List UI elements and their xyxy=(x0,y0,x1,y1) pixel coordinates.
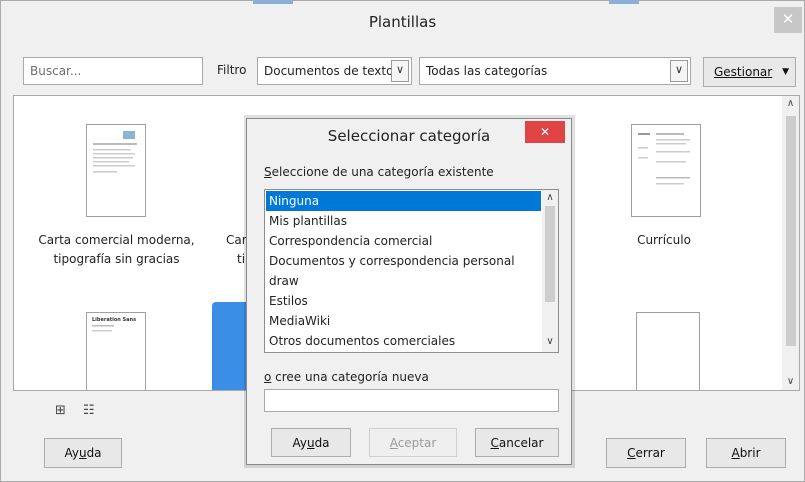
open-button[interactable]: Abrir xyxy=(706,438,786,468)
template-thumbnail[interactable] xyxy=(631,124,701,217)
dialog-help-button[interactable]: Ayuda xyxy=(271,428,351,457)
list-view-icon[interactable]: ☷ xyxy=(83,403,95,418)
filter-label: Filtro xyxy=(217,63,247,77)
category-dropdown[interactable]: Todas las categorías ∨ xyxy=(419,57,691,85)
dialog-title: Seleccionar categoría xyxy=(327,127,491,145)
category-listbox[interactable]: Ninguna Mis plantillas Correspondencia com… xyxy=(264,189,559,353)
manage-label: Gestionar xyxy=(714,65,773,79)
category-list-item[interactable]: Ninguna xyxy=(266,191,541,211)
thumbnail-view-icon[interactable]: ⊞ xyxy=(55,403,66,418)
template-preview-icon xyxy=(638,133,690,185)
dialog-accept-button[interactable]: Aceptar xyxy=(369,428,457,457)
select-category-dialog: Seleccionar categoría ✕ Seleccione de un… xyxy=(246,118,572,465)
title-bar: Plantillas ✕ xyxy=(1,1,804,45)
dialog-cancel-button[interactable]: Cancelar xyxy=(475,428,559,457)
category-list-item[interactable]: Otros documentos comerciales xyxy=(266,331,541,351)
category-scrollbar[interactable]: ∧ ∨ xyxy=(542,190,558,352)
category-list-item[interactable]: Estilos xyxy=(266,291,541,311)
new-category-label: o cree una categoría nueva xyxy=(264,370,429,384)
dialog-close-button[interactable]: ✕ xyxy=(525,121,565,143)
scroll-down-icon[interactable]: ∨ xyxy=(782,376,799,387)
title-accent-left xyxy=(253,1,293,4)
template-preview-icon xyxy=(93,131,137,173)
list-scroll-up-icon[interactable]: ∧ xyxy=(542,192,558,203)
scroll-up-icon[interactable]: ∧ xyxy=(782,98,799,109)
new-category-input[interactable] xyxy=(264,389,559,412)
category-list-item[interactable]: Correspondencia comercial xyxy=(266,231,541,251)
window-close-button[interactable]: ✕ xyxy=(774,7,802,33)
title-accent-right xyxy=(609,1,639,4)
scroll-thumb[interactable] xyxy=(786,116,796,346)
template-preview-icon xyxy=(92,325,114,332)
search-input[interactable]: Buscar... xyxy=(23,57,203,85)
close-button[interactable]: Cerrar xyxy=(606,438,686,468)
filter-dropdown[interactable]: Documentos de texto ∨ xyxy=(257,57,412,85)
list-scroll-down-icon[interactable]: ∨ xyxy=(542,336,558,347)
template-thumbnail[interactable] xyxy=(86,124,146,217)
filter-dropdown-arrow-icon[interactable]: ∨ xyxy=(391,60,409,82)
filter-value: Documentos de texto xyxy=(264,64,394,78)
existing-category-label: Seleccione de una categoría existente xyxy=(264,165,494,179)
window-title: Plantillas xyxy=(368,13,437,31)
category-list-item[interactable]: MediaWiki xyxy=(266,311,541,331)
help-button[interactable]: Ayuda xyxy=(44,438,122,468)
category-value: Todas las categorías xyxy=(426,64,548,78)
category-list-item[interactable]: Mis plantillas xyxy=(266,211,541,231)
template-label: Carta comercial moderna, tipografía sin … xyxy=(38,233,195,266)
category-list-item[interactable]: draw xyxy=(266,271,541,291)
template-thumbnail[interactable]: Liberation Sans xyxy=(86,312,146,390)
template-label: Currículo xyxy=(637,233,691,247)
manage-button[interactable]: Gestionar ▼ xyxy=(703,57,796,87)
list-scroll-thumb[interactable] xyxy=(545,206,555,302)
category-dropdown-arrow-icon[interactable]: ∨ xyxy=(670,60,688,82)
manage-arrow-icon: ▼ xyxy=(782,67,789,77)
template-scrollbar[interactable]: ∧ ∨ xyxy=(782,96,799,390)
category-list-item[interactable]: Documentos y correspondencia personal xyxy=(266,251,541,271)
template-thumbnail[interactable] xyxy=(636,312,700,390)
